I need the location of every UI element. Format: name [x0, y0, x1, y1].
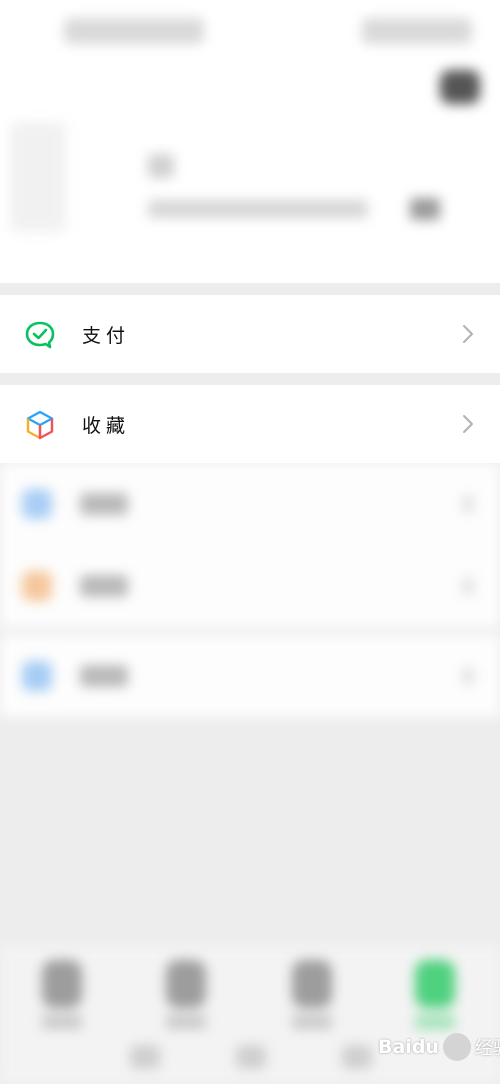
tab-label [292, 1015, 332, 1029]
chevron-right-icon [463, 325, 473, 343]
section-divider [0, 373, 500, 385]
chevron-right-icon [463, 415, 473, 433]
avatar[interactable] [10, 122, 66, 232]
watermark-suffix: 经验 [474, 1038, 500, 1059]
nav-back-button[interactable] [342, 1045, 372, 1069]
cards-icon [22, 571, 52, 601]
watermark-brand: Baidu [378, 1036, 439, 1058]
menu-item-favorites[interactable]: 收藏 [0, 385, 500, 463]
tab-label [415, 1015, 455, 1029]
section-divider [0, 283, 500, 295]
blurred-menu-section [0, 463, 500, 717]
favorites-cube-icon [26, 410, 54, 440]
status-bar-right [362, 18, 472, 44]
tab-discover-icon[interactable] [292, 960, 332, 1008]
nav-menu-button[interactable] [130, 1045, 160, 1069]
tab-label [166, 1015, 206, 1029]
tab-me-icon[interactable] [415, 960, 455, 1008]
menu-item-label [80, 493, 128, 515]
menu-item-blurred[interactable] [0, 463, 500, 545]
emoji-icon [22, 661, 52, 691]
qr-code-icon[interactable] [410, 198, 440, 220]
nickname [148, 154, 174, 178]
tab-chats-icon[interactable] [42, 960, 82, 1008]
album-icon [22, 489, 52, 519]
menu-item-pay[interactable]: 支付 [0, 295, 500, 373]
menu-item-label: 收藏 [82, 415, 131, 437]
menu-item-label: 支付 [82, 325, 131, 347]
watermark: Baidu 经验 [378, 1030, 500, 1064]
profile-header[interactable] [0, 0, 500, 283]
wechat-id [148, 200, 368, 218]
chevron-right-icon [462, 495, 474, 513]
chevron-right-icon [462, 577, 474, 595]
chevron-right-icon [462, 667, 474, 685]
menu-item-label [80, 575, 128, 597]
menu-item-label [80, 665, 128, 687]
camera-icon[interactable] [440, 70, 480, 104]
menu-item-blurred[interactable] [0, 635, 500, 717]
nav-home-button[interactable] [236, 1045, 266, 1069]
tab-contacts-icon[interactable] [166, 960, 206, 1008]
status-bar-left [64, 18, 204, 44]
paw-logo-icon [442, 1033, 471, 1061]
tab-label [42, 1015, 82, 1029]
wechat-pay-icon [25, 321, 55, 349]
menu-item-blurred[interactable] [0, 545, 500, 627]
